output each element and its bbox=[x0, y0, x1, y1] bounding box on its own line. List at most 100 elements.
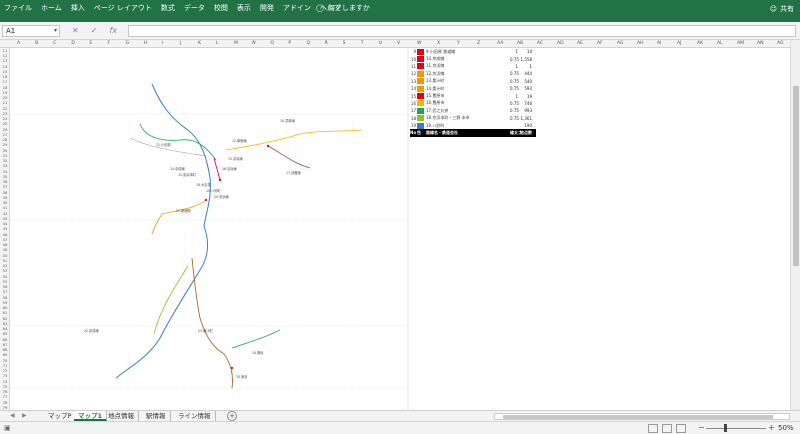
horizontal-scroll-thumb[interactable] bbox=[503, 415, 773, 419]
railway-map[interactable]: 10.豊原線 11.小田原 12.新宿線 13.京浜線 14.京成線 15.京浜… bbox=[10, 48, 408, 410]
column-header[interactable]: AO bbox=[777, 40, 784, 48]
column-header[interactable]: AB bbox=[517, 40, 523, 48]
route-point-count: 14 bbox=[526, 49, 532, 55]
column-header[interactable]: L bbox=[216, 40, 219, 48]
column-header[interactable]: H bbox=[144, 40, 147, 48]
column-header[interactable]: D bbox=[71, 40, 74, 48]
tab-formulas[interactable]: 数式 bbox=[161, 4, 175, 13]
chevron-down-icon[interactable]: ▾ bbox=[54, 26, 57, 36]
column-header[interactable]: X bbox=[437, 40, 440, 48]
route-color-swatch bbox=[417, 122, 424, 129]
table-row[interactable]: 16 16.豊原市 0.75 746 bbox=[410, 100, 536, 107]
route-number: 10 bbox=[410, 56, 416, 62]
tab-data[interactable]: データ bbox=[184, 4, 205, 13]
column-header[interactable]: U bbox=[379, 40, 382, 48]
column-header[interactable]: S bbox=[343, 40, 346, 48]
column-header[interactable]: AG bbox=[617, 40, 624, 48]
table-row[interactable]: 13 13.桑汁町 0.75 540 bbox=[410, 78, 536, 85]
zoom-slider[interactable] bbox=[706, 428, 766, 429]
table-row[interactable]: 12 12.京浜線 0.75 444 bbox=[410, 70, 536, 77]
route-color-swatch bbox=[417, 56, 424, 63]
table-row[interactable]: 17 17.武之丸茶 0.75 993 bbox=[410, 107, 536, 114]
formula-input[interactable] bbox=[128, 25, 796, 37]
tab-addins[interactable]: アドイン bbox=[283, 4, 311, 13]
tab-insert[interactable]: 挿入 bbox=[71, 4, 85, 13]
column-header[interactable]: B bbox=[35, 40, 38, 48]
column-header[interactable]: O bbox=[270, 40, 274, 48]
column-header[interactable]: AK bbox=[697, 40, 703, 48]
sheet-tab-station-info[interactable]: 駅情報 bbox=[142, 411, 171, 421]
name-box-value: A1 bbox=[6, 27, 16, 35]
column-header[interactable]: Z bbox=[477, 40, 480, 48]
column-header[interactable]: AM bbox=[737, 40, 744, 48]
horizontal-scrollbar[interactable] bbox=[494, 413, 790, 420]
column-header[interactable]: N bbox=[252, 40, 255, 48]
column-header[interactable]: I bbox=[162, 40, 163, 48]
tab-page-layout[interactable]: ページ レイアウト bbox=[94, 4, 152, 13]
tab-developer[interactable]: 開発 bbox=[260, 4, 274, 13]
column-header[interactable]: AA bbox=[497, 40, 503, 48]
zoom-out-button[interactable]: − bbox=[698, 423, 705, 432]
table-row[interactable]: 11 11.京浜線 1 1 bbox=[410, 63, 536, 70]
column-header[interactable]: AN bbox=[757, 40, 763, 48]
table-row[interactable]: 9 9.小田原 鉄道線 1 14 bbox=[410, 48, 536, 55]
column-header[interactable]: F bbox=[108, 40, 111, 48]
function-icon[interactable]: fx bbox=[109, 25, 117, 37]
table-row[interactable]: 18 18.京浜本町・三野 本市 0.75 1,361 bbox=[410, 115, 536, 122]
vertical-scroll-thumb[interactable] bbox=[793, 86, 799, 266]
column-header[interactable]: R bbox=[325, 40, 328, 48]
route-name: 12.京浜線 bbox=[426, 70, 445, 76]
tab-review[interactable]: 校閲 bbox=[214, 4, 228, 13]
column-header[interactable]: AJ bbox=[677, 40, 681, 48]
add-sheet-button[interactable]: + bbox=[227, 411, 237, 421]
name-box[interactable]: A1 ▾ bbox=[2, 25, 60, 37]
column-header[interactable]: AD bbox=[557, 40, 564, 48]
column-header[interactable]: P bbox=[288, 40, 291, 48]
column-header[interactable]: AE bbox=[577, 40, 583, 48]
column-header[interactable]: A bbox=[17, 40, 20, 48]
column-header[interactable]: K bbox=[198, 40, 201, 48]
zoom-in-button[interactable]: + bbox=[768, 423, 775, 432]
table-row[interactable]: 10 10.京成線 0.75 1,558 bbox=[410, 55, 536, 63]
column-header[interactable]: W bbox=[417, 40, 421, 48]
column-header[interactable]: AC bbox=[537, 40, 543, 48]
cancel-icon[interactable]: ✕ bbox=[72, 25, 79, 37]
zoom-level[interactable]: 50% bbox=[778, 424, 794, 432]
tab-view[interactable]: 表示 bbox=[237, 4, 251, 13]
tab-home[interactable]: ホーム bbox=[41, 4, 62, 13]
chevron-left-icon[interactable]: ◀ bbox=[10, 412, 15, 419]
column-header[interactable]: T bbox=[361, 40, 364, 48]
column-header[interactable]: Y bbox=[457, 40, 460, 48]
sheet-tab-line-info[interactable]: ライン情報 bbox=[174, 411, 216, 421]
column-header[interactable]: V bbox=[397, 40, 400, 48]
table-row[interactable]: 19 19.ハ鈴町 190 bbox=[410, 122, 536, 129]
column-header[interactable]: J bbox=[180, 40, 181, 48]
sheet-tab-location-info[interactable]: 地点情報 bbox=[104, 411, 139, 421]
map-label: 13.京浜線 bbox=[228, 156, 243, 161]
chevron-right-icon[interactable]: ▶ bbox=[22, 412, 27, 419]
tab-file[interactable]: ファイル bbox=[4, 4, 32, 13]
normal-view-button[interactable] bbox=[648, 424, 658, 433]
share-button[interactable]: ☺ 共有 bbox=[770, 4, 794, 14]
route-color-swatch bbox=[417, 70, 424, 77]
column-header[interactable]: Q bbox=[307, 40, 311, 48]
column-header[interactable]: AL bbox=[717, 40, 723, 48]
column-header[interactable]: G bbox=[126, 40, 130, 48]
column-header[interactable]: C bbox=[53, 40, 56, 48]
column-header[interactable]: AH bbox=[637, 40, 643, 48]
check-icon[interactable]: ✓ bbox=[91, 25, 98, 37]
macro-record-icon[interactable]: ▣ bbox=[4, 424, 11, 432]
tell-me-box[interactable]: ◯ 何をしますか bbox=[316, 3, 370, 13]
column-header[interactable]: E bbox=[89, 40, 92, 48]
vertical-scrollbar[interactable] bbox=[790, 40, 800, 410]
sheet-tab-map1[interactable]: マップ1 bbox=[74, 411, 108, 421]
page-layout-view-button[interactable] bbox=[662, 424, 672, 433]
zoom-slider-knob[interactable] bbox=[724, 424, 727, 432]
column-header[interactable]: M bbox=[234, 40, 238, 48]
table-row[interactable]: 14 14.桑汁町 0.75 593 bbox=[410, 85, 536, 92]
sheet-tab-mapp[interactable]: マップP bbox=[44, 411, 77, 421]
table-row[interactable]: 15 15.豊原市 1 19 bbox=[410, 92, 536, 100]
column-header[interactable]: AF bbox=[597, 40, 603, 48]
column-header[interactable]: AI bbox=[657, 40, 661, 48]
page-break-view-button[interactable] bbox=[676, 424, 686, 433]
